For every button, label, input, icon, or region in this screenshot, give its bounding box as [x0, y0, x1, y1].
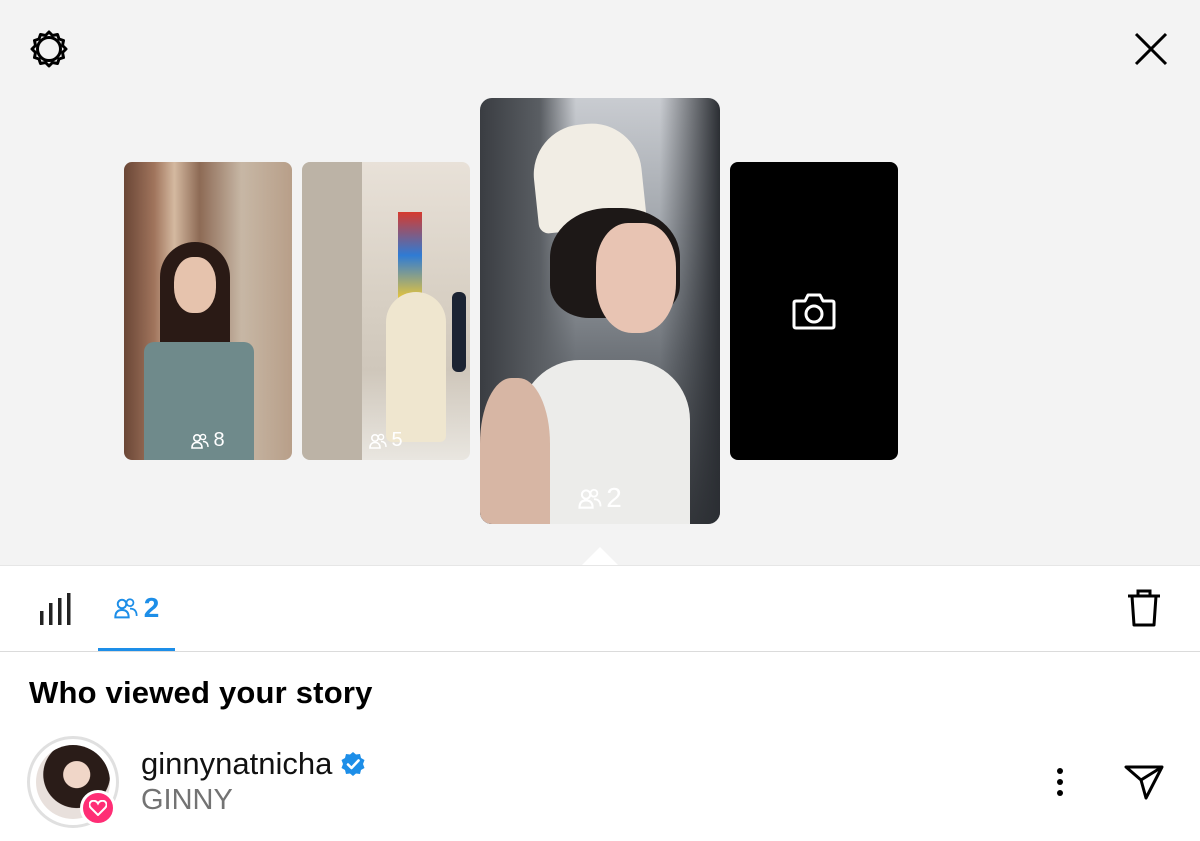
heart-icon: [89, 800, 107, 816]
tab-insights[interactable]: [30, 586, 82, 632]
tab-viewers[interactable]: 2: [98, 566, 175, 650]
story-image-detail: [596, 223, 676, 333]
close-button[interactable]: [1124, 22, 1178, 76]
viewer-count: 5: [302, 429, 470, 452]
story-image: [302, 162, 362, 460]
people-icon: [578, 488, 602, 509]
send-icon: [1124, 765, 1164, 800]
settings-button[interactable]: [22, 22, 76, 76]
story-insights-tabs: 2: [0, 565, 1200, 652]
people-icon: [114, 598, 138, 619]
username-line: ginnynatnicha: [141, 746, 366, 782]
send-message-button[interactable]: [1120, 758, 1168, 806]
selected-story-pointer: [582, 547, 618, 565]
story-image-detail: [386, 292, 446, 442]
full-name: GINNY: [141, 784, 233, 816]
story-thumbnail[interactable]: 5: [302, 162, 470, 460]
viewer-count: 2: [480, 482, 720, 514]
viewer-list-item[interactable]: ginnynatnicha GINNY: [0, 728, 1200, 838]
viewer-count: 8: [124, 429, 292, 452]
bar-chart-icon: [40, 593, 71, 625]
trash-icon: [1128, 589, 1160, 627]
camera-icon: [792, 293, 836, 330]
viewer-count-value: 8: [213, 429, 225, 451]
delete-story-button[interactable]: [1120, 584, 1168, 632]
username[interactable]: ginnynatnicha: [141, 746, 332, 782]
add-story-camera-button[interactable]: [730, 162, 898, 460]
viewers-count: 2: [143, 592, 160, 623]
people-icon: [191, 433, 210, 449]
gear-icon: [30, 30, 68, 68]
story-image-detail: [174, 257, 216, 313]
story-image-detail: [452, 292, 466, 372]
viewer-count-value: 5: [391, 429, 403, 451]
viewer-count-value: 2: [606, 482, 622, 513]
section-title: Who viewed your story: [29, 675, 373, 710]
story-thumbnail-selected[interactable]: 2: [480, 98, 720, 524]
story-carousel-area: 8 5 2: [0, 0, 1200, 565]
reaction-badge: [80, 790, 116, 826]
more-vertical-icon: [1057, 768, 1063, 796]
close-icon: [1134, 32, 1168, 66]
verified-badge-icon: [341, 752, 365, 776]
active-tab-indicator: [98, 648, 175, 651]
more-options-button[interactable]: [1040, 762, 1080, 802]
people-icon: [369, 433, 388, 449]
story-thumbnail[interactable]: 8: [124, 162, 292, 460]
